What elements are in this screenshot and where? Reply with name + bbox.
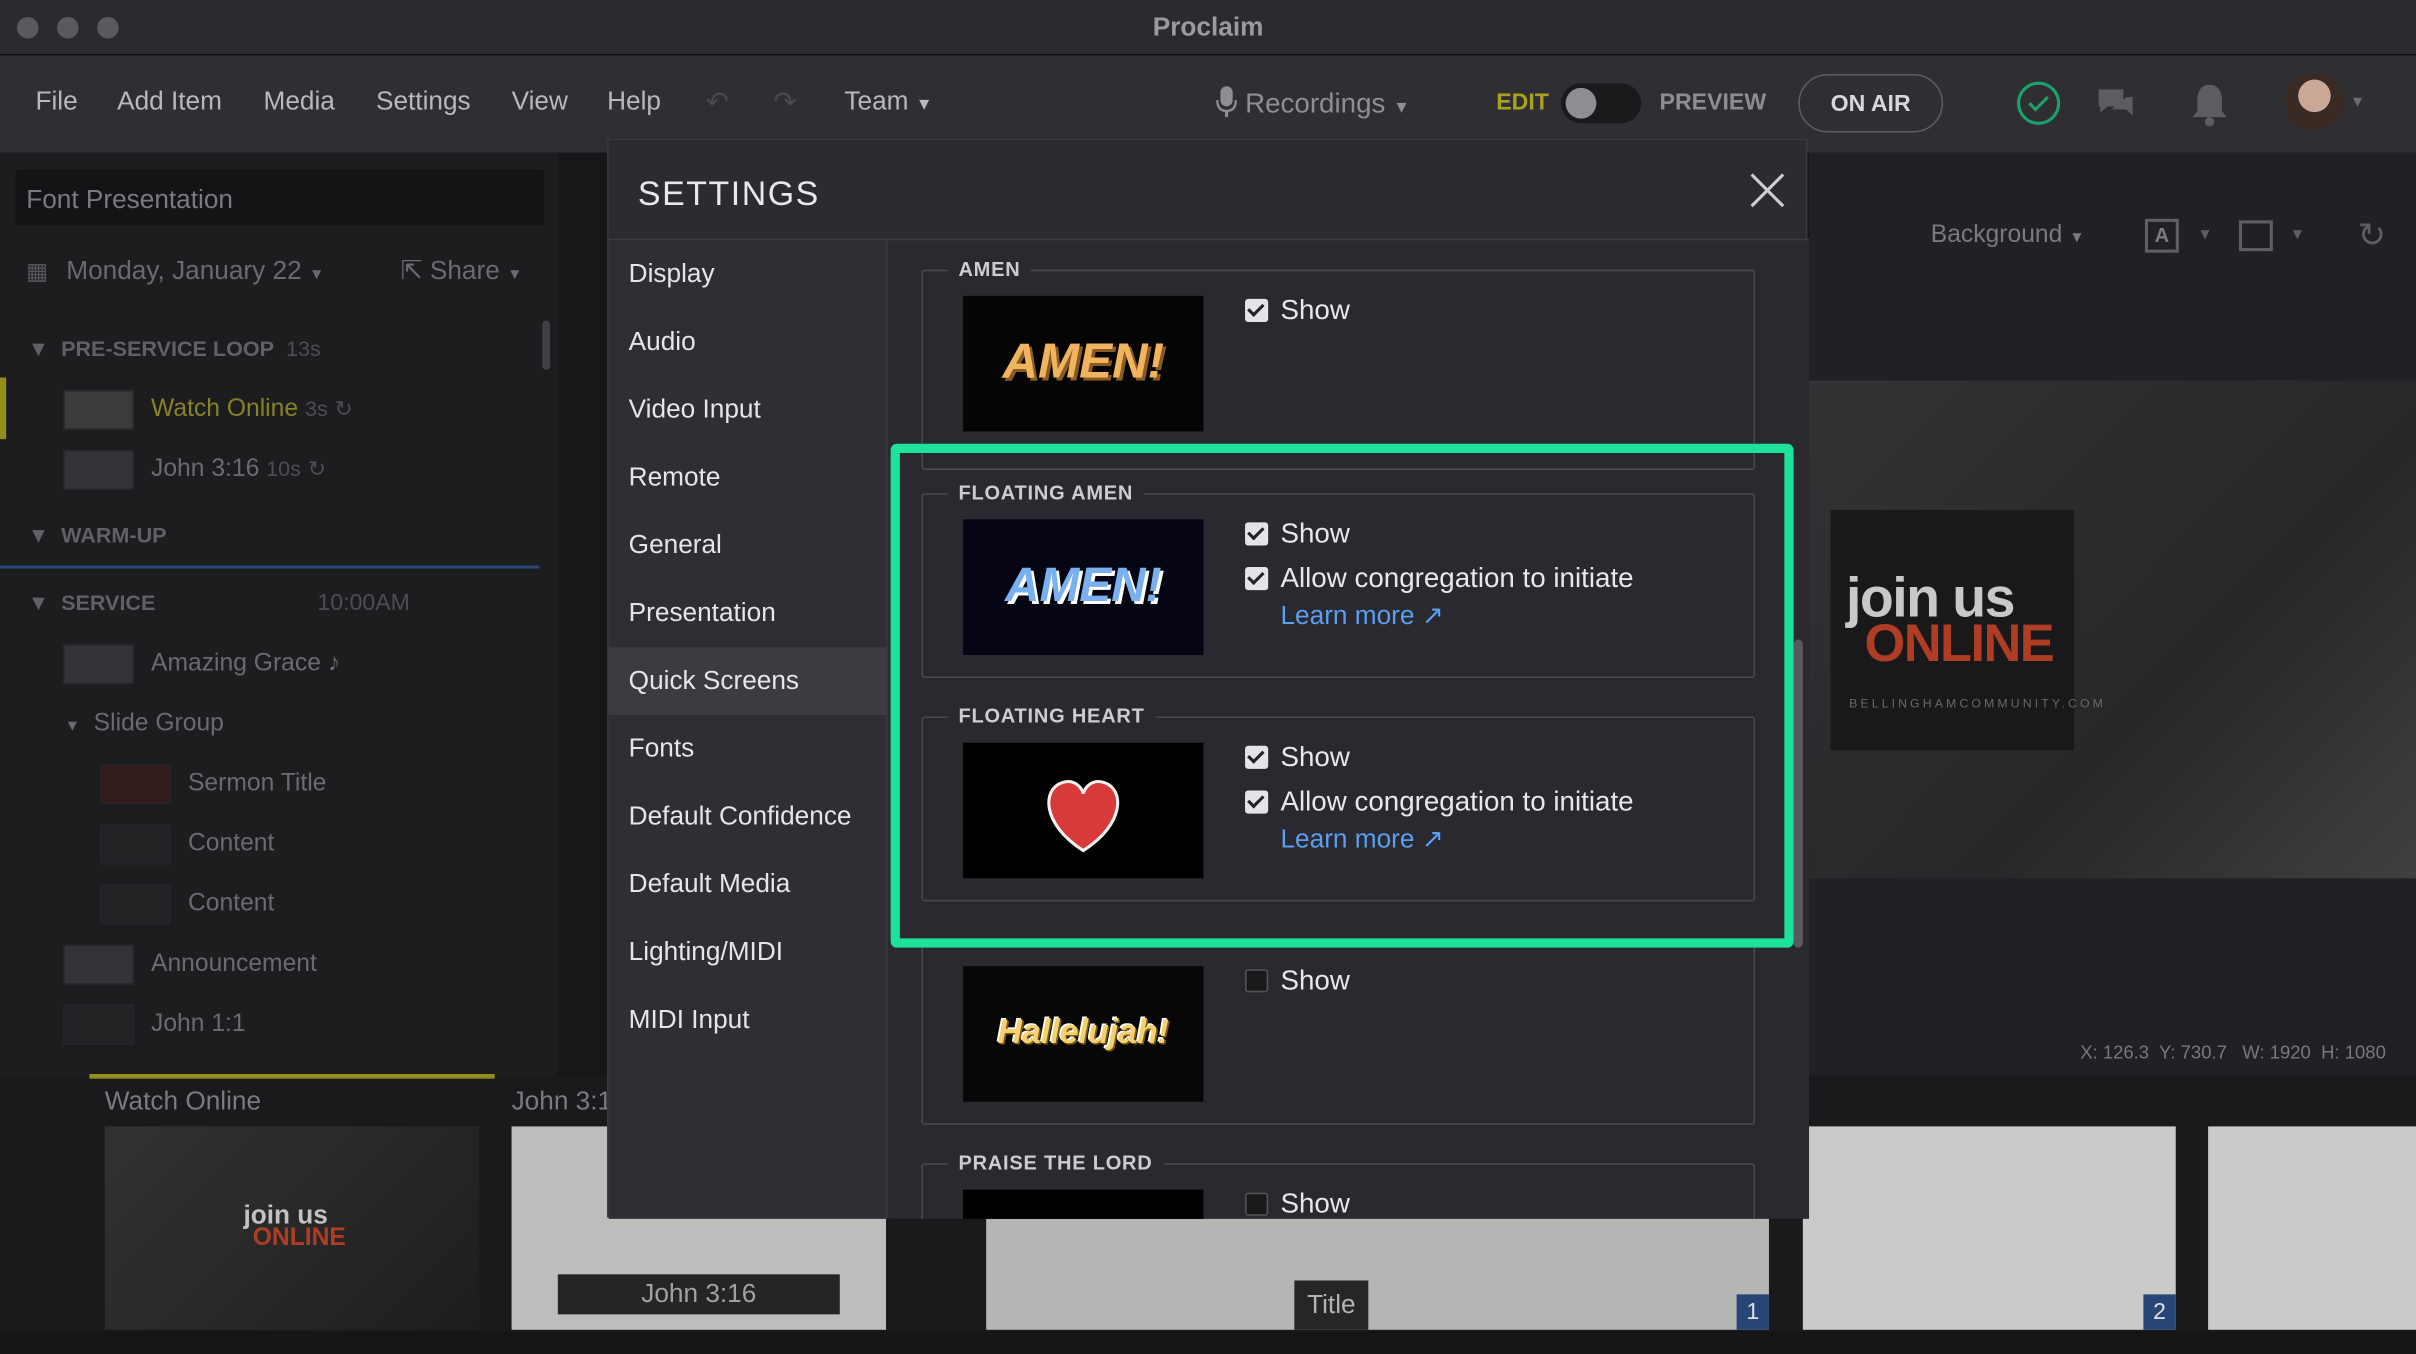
chevron-down-icon: ▼ xyxy=(915,95,933,115)
chevron-down-icon[interactable]: ▼ xyxy=(2350,94,2365,111)
nav-quick-screens[interactable]: Quick Screens xyxy=(608,647,888,715)
group-praise-the-lord: PRAISE THE LORD Show xyxy=(921,1151,1756,1219)
amen-preview-text: AMEN! xyxy=(1002,332,1165,389)
settings-nav: Display Audio Video Input Remote General… xyxy=(608,240,888,1219)
close-icon[interactable] xyxy=(1749,171,1786,208)
recordings-label: Recordings xyxy=(1245,87,1386,119)
nav-remote[interactable]: Remote xyxy=(609,444,888,512)
praise-show-checkbox[interactable] xyxy=(1245,1192,1269,1216)
settings-title: SETTINGS xyxy=(637,174,820,213)
highlight-annotation-box xyxy=(890,443,1794,948)
praise-show-label: Show xyxy=(1280,1188,1350,1219)
hallelujah-show-checkbox[interactable] xyxy=(1245,969,1269,993)
menu-view[interactable]: View xyxy=(512,86,568,117)
chevron-down-icon: ▼ xyxy=(1393,98,1410,118)
avatar[interactable] xyxy=(2285,72,2344,131)
nav-lighting-midi[interactable]: Lighting/MIDI xyxy=(609,918,888,986)
title-bar: Proclaim xyxy=(0,0,2416,56)
nav-default-media[interactable]: Default Media xyxy=(609,851,888,919)
settings-header: SETTINGS xyxy=(608,140,1810,241)
microphone-icon xyxy=(1216,86,1237,118)
praise-preview xyxy=(963,1189,1204,1219)
amen-show-checkbox[interactable] xyxy=(1245,298,1269,323)
hallelujah-preview: Hallelujah! xyxy=(963,966,1204,1102)
chat-icon[interactable] xyxy=(2093,82,2139,128)
amen-show-label: Show xyxy=(1280,294,1350,326)
team-menu[interactable]: Team ▼ xyxy=(844,86,932,117)
menu-file[interactable]: File xyxy=(35,86,77,117)
team-label: Team xyxy=(844,86,909,116)
edit-label: EDIT xyxy=(1496,89,1549,116)
menu-media[interactable]: Media xyxy=(263,86,334,117)
preview-label: PREVIEW xyxy=(1659,89,1767,116)
edit-preview-toggle[interactable] xyxy=(1560,83,1642,124)
bell-icon[interactable] xyxy=(2188,80,2231,129)
nav-video-input[interactable]: Video Input xyxy=(609,376,888,444)
hallelujah-show-label: Show xyxy=(1280,964,1350,996)
amen-preview: AMEN! xyxy=(963,295,1204,432)
nav-display[interactable]: Display xyxy=(609,240,888,308)
nav-midi-input[interactable]: MIDI Input xyxy=(609,986,888,1054)
group-title: AMEN xyxy=(947,257,1032,281)
status-check-icon[interactable] xyxy=(2015,80,2061,126)
group-hallelujah: Hallelujah! Show xyxy=(921,939,1756,1125)
on-air-button[interactable]: ON AIR xyxy=(1798,73,1944,133)
menu-add-item[interactable]: Add Item xyxy=(117,86,222,117)
nav-general[interactable]: General xyxy=(609,512,888,580)
nav-presentation[interactable]: Presentation xyxy=(609,579,888,647)
group-title: PRAISE THE LORD xyxy=(947,1151,1164,1175)
nav-fonts[interactable]: Fonts xyxy=(609,715,888,783)
nav-audio[interactable]: Audio xyxy=(609,308,888,376)
redo-icon[interactable]: ↷ xyxy=(774,86,797,118)
hallelujah-preview-text: Hallelujah! xyxy=(997,1012,1169,1051)
menu-help[interactable]: Help xyxy=(607,86,661,117)
menu-settings[interactable]: Settings xyxy=(376,86,471,117)
recordings-menu[interactable]: Recordings ▼ xyxy=(1216,86,1416,120)
undo-icon[interactable]: ↶ xyxy=(706,86,729,118)
app-title: Proclaim xyxy=(1152,12,1264,42)
settings-scrollbar[interactable] xyxy=(1793,639,1803,948)
nav-default-confidence[interactable]: Default Confidence xyxy=(609,783,888,851)
group-amen: AMEN AMEN! Show xyxy=(921,257,1756,470)
